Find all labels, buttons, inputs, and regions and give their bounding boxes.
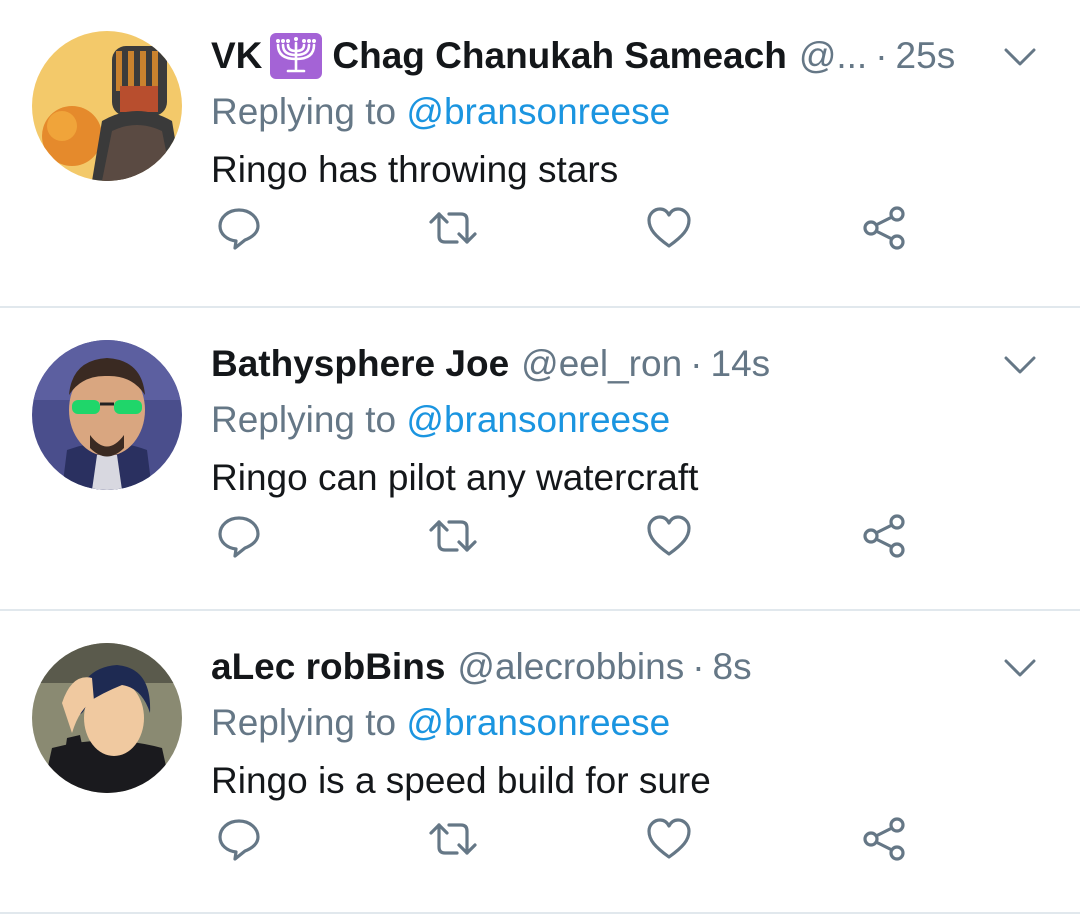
share-button[interactable] bbox=[857, 508, 913, 564]
share-icon bbox=[863, 514, 905, 558]
avatar[interactable] bbox=[32, 340, 182, 490]
retweet-icon bbox=[429, 520, 477, 552]
retweet-button[interactable] bbox=[425, 200, 481, 256]
like-button[interactable] bbox=[641, 811, 697, 867]
tweet-reply[interactable]: VK Chag Chanukah Sameach @... · 25s Repl… bbox=[0, 0, 1080, 308]
reply-icon bbox=[218, 208, 260, 250]
replying-prefix: Replying to bbox=[211, 399, 397, 440]
separator-dot: · bbox=[692, 646, 705, 687]
heart-icon bbox=[647, 515, 691, 556]
retweet-icon bbox=[429, 212, 477, 244]
separator-dot: · bbox=[690, 343, 703, 384]
tweet-text: Ringo can pilot any watercraft bbox=[211, 457, 699, 498]
timestamp[interactable]: 25s bbox=[896, 30, 956, 82]
tweet-content: VK Chag Chanukah Sameach @... · 25s Repl… bbox=[211, 30, 1040, 200]
menorah-icon bbox=[270, 33, 323, 79]
mention-link[interactable]: @bransonreese bbox=[406, 91, 670, 132]
share-button[interactable] bbox=[857, 200, 913, 256]
tweet-text: Ringo is a speed build for sure bbox=[211, 760, 711, 801]
action-bar bbox=[211, 508, 931, 564]
user-handle[interactable]: @eel_ron bbox=[521, 338, 682, 390]
timeline: VK Chag Chanukah Sameach @... · 25s Repl… bbox=[0, 0, 1080, 924]
heart-icon bbox=[647, 207, 691, 248]
share-button[interactable] bbox=[857, 811, 913, 867]
tweet-text: Ringo has throwing stars bbox=[211, 149, 619, 190]
display-name[interactable]: aLec robBins bbox=[211, 641, 445, 693]
reply-icon bbox=[218, 516, 260, 558]
user-handle[interactable]: @... bbox=[799, 30, 867, 82]
tweet-reply[interactable]: Bathysphere Joe @eel_ron · 14s Replying … bbox=[0, 308, 1080, 611]
user-handle[interactable]: @alecrobbins bbox=[457, 641, 684, 693]
action-bar bbox=[211, 811, 931, 867]
separator-dot: · bbox=[875, 35, 888, 76]
replying-prefix: Replying to bbox=[211, 702, 397, 743]
action-bar bbox=[211, 200, 931, 256]
like-button[interactable] bbox=[641, 200, 697, 256]
share-icon bbox=[863, 817, 905, 861]
share-icon bbox=[863, 206, 905, 250]
retweet-button[interactable] bbox=[425, 508, 481, 564]
timestamp[interactable]: 8s bbox=[713, 641, 752, 693]
replying-to: Replying to @bransonreese bbox=[211, 392, 1040, 448]
retweet-icon bbox=[429, 823, 477, 855]
reply-icon bbox=[218, 819, 260, 861]
chevron-down-icon[interactable] bbox=[1000, 344, 1040, 384]
replying-to: Replying to @bransonreese bbox=[211, 695, 1040, 751]
timestamp[interactable]: 14s bbox=[711, 338, 771, 390]
chevron-down-icon[interactable] bbox=[1000, 36, 1040, 76]
mention-link[interactable]: @bransonreese bbox=[406, 399, 670, 440]
heart-icon bbox=[647, 818, 691, 859]
tweet-header: aLec robBins @alecrobbins · 8s bbox=[211, 641, 1040, 693]
tweet-content: Bathysphere Joe @eel_ron · 14s Replying … bbox=[211, 338, 1040, 508]
replying-prefix: Replying to bbox=[211, 91, 397, 132]
display-name-suffix[interactable]: Chag Chanukah Sameach bbox=[332, 30, 786, 82]
avatar[interactable] bbox=[32, 31, 182, 181]
reply-button[interactable] bbox=[211, 508, 267, 564]
chevron-down-icon[interactable] bbox=[1000, 647, 1040, 687]
tweet-content: aLec robBins @alecrobbins · 8s Replying … bbox=[211, 641, 1040, 811]
tweet-header: Bathysphere Joe @eel_ron · 14s bbox=[211, 338, 1040, 390]
tweet-header: VK Chag Chanukah Sameach @... · 25s bbox=[211, 30, 1040, 82]
retweet-button[interactable] bbox=[425, 811, 481, 867]
display-name[interactable]: Bathysphere Joe bbox=[211, 338, 509, 390]
replying-to: Replying to @bransonreese bbox=[211, 84, 1040, 140]
reply-button[interactable] bbox=[211, 811, 267, 867]
mention-link[interactable]: @bransonreese bbox=[406, 702, 670, 743]
avatar[interactable] bbox=[32, 643, 182, 793]
reply-button[interactable] bbox=[211, 200, 267, 256]
like-button[interactable] bbox=[641, 508, 697, 564]
display-name[interactable]: VK bbox=[211, 30, 262, 82]
tweet-reply[interactable]: aLec robBins @alecrobbins · 8s Replying … bbox=[0, 611, 1080, 914]
